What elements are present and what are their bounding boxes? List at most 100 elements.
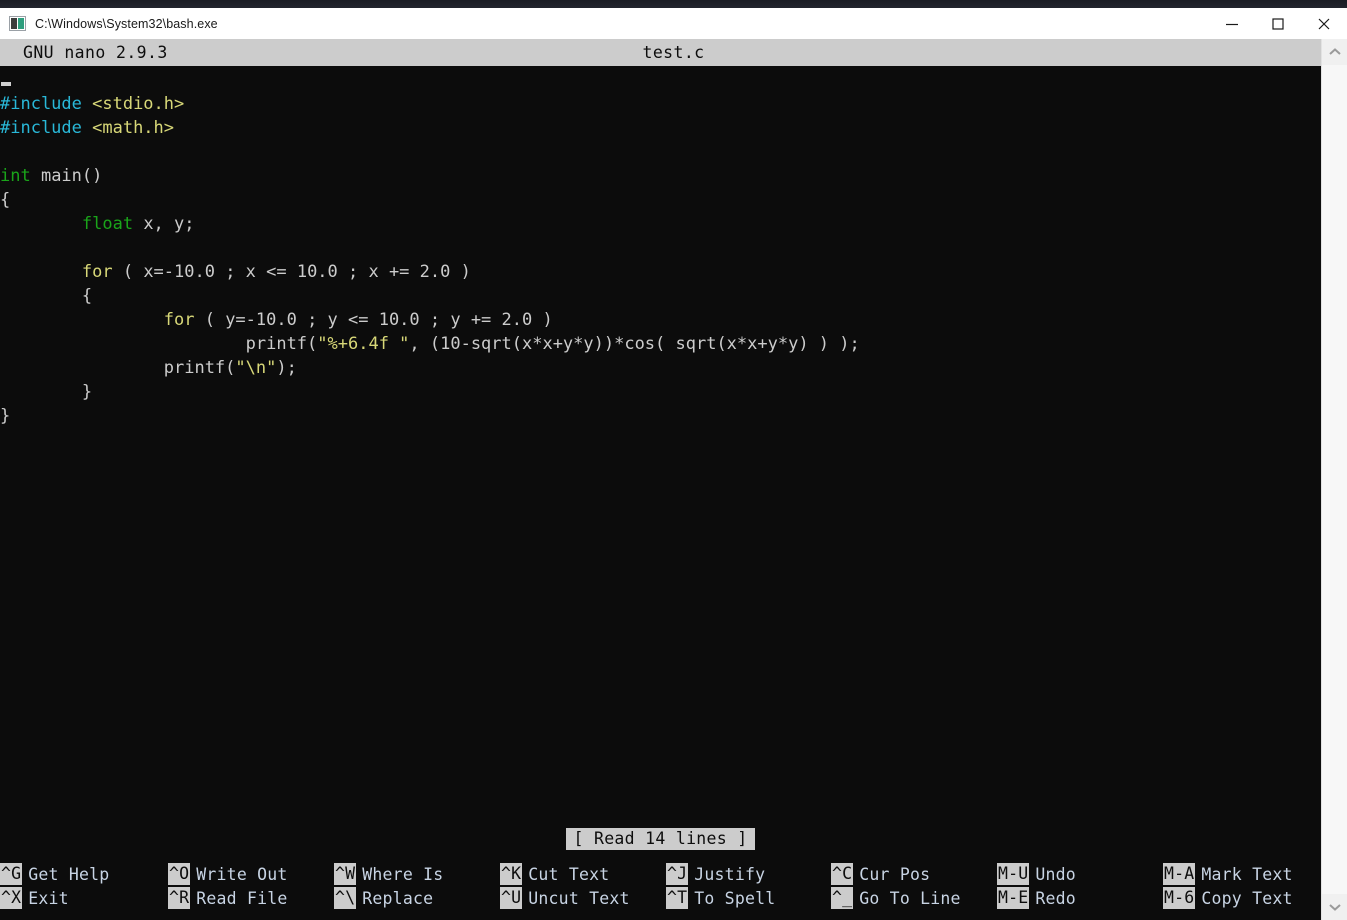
minimize-button[interactable]	[1209, 8, 1255, 39]
shortcut-item[interactable]: ^U Uncut Text	[500, 887, 630, 909]
shortcut-item[interactable]: M-E Redo	[997, 887, 1076, 909]
shortcut-label: Uncut Text	[528, 888, 630, 908]
scroll-up-icon[interactable]	[1322, 39, 1347, 65]
shortcut-label: Write Out	[196, 864, 288, 884]
shortcut-key: ^W	[334, 863, 357, 885]
shortcut-label: Mark Text	[1201, 864, 1293, 884]
text-cursor	[1, 82, 11, 86]
code-line: #include <stdio.h>	[0, 92, 1321, 116]
code-token: for	[81, 262, 113, 282]
code-line: {	[0, 188, 1321, 212]
shortcut-item[interactable]: M-A Mark Text	[1163, 863, 1293, 885]
shortcut-bar: ^G Get Help ^O Write Out ^W Where Is ^K Cut Tex…	[0, 860, 1321, 920]
code-line: float x, y;	[0, 212, 1321, 236]
code-token: x, y;	[133, 214, 195, 234]
window-titlebar: C:\Windows\System32\bash.exe	[0, 8, 1347, 39]
nano-header-bar: GNU nano 2.9.3 test.c	[0, 39, 1347, 66]
shortcut-item[interactable]: ^O Write Out	[168, 863, 288, 885]
shortcut-label: Read File	[196, 888, 288, 908]
shortcut-key: ^K	[500, 863, 523, 885]
code-token: "%+6.4f "	[317, 334, 410, 354]
shortcut-label: Redo	[1035, 888, 1076, 908]
editor-area[interactable]: #include <stdio.h> #include <math.h> int …	[0, 66, 1321, 824]
close-button[interactable]	[1301, 8, 1347, 39]
shortcut-key: ^U	[500, 887, 523, 909]
vertical-scrollbar[interactable]	[1321, 39, 1347, 920]
shortcut-item[interactable]: ^C Cur Pos	[831, 863, 930, 885]
shortcut-key: ^R	[168, 887, 191, 909]
code-line: for ( x=-10.0 ; x <= 10.0 ; x += 2.0 )	[0, 260, 1321, 284]
scrollbar-track[interactable]	[1322, 65, 1347, 894]
terminal-window: C:\Windows\System32\bash.exe GNU nano 2.…	[0, 8, 1347, 920]
shortcut-label: Undo	[1035, 864, 1076, 884]
shortcut-item[interactable]: M-6 Copy Text	[1163, 887, 1293, 909]
window-title: C:\Windows\System32\bash.exe	[35, 16, 218, 31]
code-line: #include <math.h>	[0, 116, 1321, 140]
shortcut-label: Go To Line	[859, 888, 961, 908]
shortcut-item[interactable]: ^G Get Help	[0, 863, 109, 885]
shortcut-label: Justify	[694, 864, 766, 884]
shortcut-key: M-U	[997, 863, 1030, 885]
code-token: printf(	[0, 334, 318, 354]
shortcut-key: ^T	[666, 887, 689, 909]
code-token: }	[0, 382, 93, 402]
shortcut-key: ^X	[0, 887, 23, 909]
code-token: ( y=-10.0 ; y <= 10.0 ; y += 2.0 )	[194, 310, 553, 330]
console-icon	[9, 16, 26, 31]
code-line: for ( y=-10.0 ; y <= 10.0 ; y += 2.0 )	[0, 308, 1321, 332]
shortcut-label: Replace	[362, 888, 434, 908]
shortcut-label: Get Help	[28, 864, 110, 884]
code-token: main()	[30, 166, 103, 186]
code-token: );	[276, 358, 297, 378]
shortcut-row-bottom: ^X Exit ^R Read File ^\ Replace ^U Uncut Text ^T…	[0, 886, 1321, 910]
code-token: ( x=-10.0 ; x <= 10.0 ; x += 2.0 )	[112, 262, 471, 282]
shortcut-key: ^G	[0, 863, 23, 885]
shortcut-label: Copy Text	[1201, 888, 1293, 908]
code-line: int main()	[0, 164, 1321, 188]
shortcut-row-top: ^G Get Help ^O Write Out ^W Where Is ^K Cut Tex…	[0, 862, 1321, 886]
window-controls	[1209, 8, 1347, 39]
shortcut-label: Where Is	[362, 864, 444, 884]
shortcut-key: ^\	[334, 887, 357, 909]
shortcut-key: ^O	[168, 863, 191, 885]
shortcut-key: ^_	[831, 887, 854, 909]
status-message-bar: [ Read 14 lines ]	[0, 827, 1321, 850]
code-token: int	[0, 166, 31, 186]
shortcut-item[interactable]: ^_ Go To Line	[831, 887, 961, 909]
code-token: #include	[0, 94, 93, 114]
maximize-button[interactable]	[1255, 8, 1301, 39]
shortcut-item[interactable]: ^\ Replace	[334, 887, 433, 909]
code-token: {	[0, 190, 11, 210]
code-token: float	[81, 214, 134, 234]
shortcut-label: Cut Text	[528, 864, 610, 884]
shortcut-item[interactable]: ^K Cut Text	[500, 863, 609, 885]
code-line: }	[0, 380, 1321, 404]
code-token: <math.h>	[92, 118, 175, 138]
code-token: }	[0, 406, 11, 426]
shortcut-key: ^C	[831, 863, 854, 885]
code-token: printf(	[0, 358, 236, 378]
code-token: #include	[0, 118, 93, 138]
shortcut-item[interactable]: ^T To Spell	[666, 887, 775, 909]
code-line: printf("\n");	[0, 356, 1321, 380]
shortcut-label: Exit	[28, 888, 69, 908]
shortcut-item[interactable]: ^J Justify	[666, 863, 765, 885]
code-line: }	[0, 404, 1321, 428]
shortcut-item[interactable]: ^W Where Is	[334, 863, 443, 885]
code-token: <stdio.h>	[92, 94, 185, 114]
source-code[interactable]: #include <stdio.h> #include <math.h> int …	[0, 92, 1321, 428]
shortcut-item[interactable]: M-U Undo	[997, 863, 1076, 885]
code-line: printf("%+6.4f ", (10-sqrt(x*x+y*y))*cos…	[0, 332, 1321, 356]
shortcut-item[interactable]: ^X Exit	[0, 887, 69, 909]
shortcut-label: To Spell	[694, 888, 776, 908]
code-token: "\n"	[235, 358, 277, 378]
code-token: , (10-sqrt(x*x+y*y))*cos( sqrt(x*x+y*y) …	[409, 334, 860, 354]
shortcut-item[interactable]: ^R Read File	[168, 887, 288, 909]
shortcut-key: M-A	[1163, 863, 1196, 885]
nano-filename: test.c	[642, 43, 705, 62]
scroll-down-icon[interactable]	[1322, 894, 1347, 920]
